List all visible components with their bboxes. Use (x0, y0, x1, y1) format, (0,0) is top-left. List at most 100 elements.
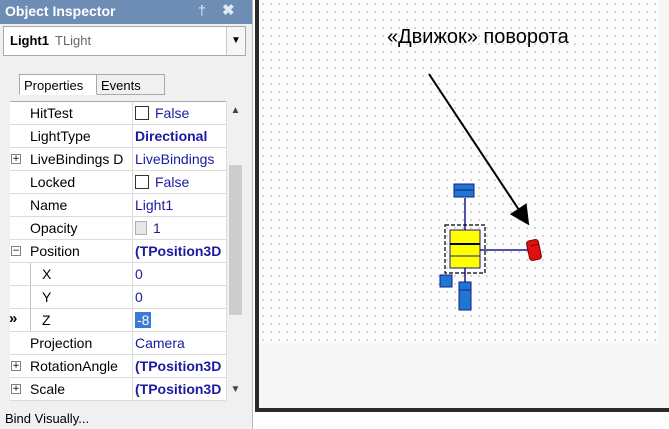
column-divider (132, 332, 133, 354)
pin-icon[interactable]: † (198, 2, 206, 18)
object-inspector-panel: Object Inspector † ✖ Light1 TLight ▼ Pro… (0, 0, 253, 429)
property-value-text: 0 (135, 289, 143, 305)
property-name: HitTest (30, 105, 73, 121)
close-icon[interactable]: ✖ (222, 1, 235, 19)
property-row[interactable]: + LiveBindings D LiveBindings (10, 148, 226, 171)
property-value-text: False (155, 174, 190, 190)
property-value[interactable]: 0 (135, 289, 225, 305)
property-name: Scale (30, 381, 66, 397)
light-body[interactable] (449, 229, 481, 269)
property-row[interactable]: Projection Camera (10, 332, 226, 355)
property-name: Locked (30, 174, 76, 190)
checkbox-icon[interactable] (135, 106, 149, 120)
property-value[interactable]: False (135, 105, 225, 121)
property-name: LightType (30, 128, 91, 144)
column-divider (132, 240, 133, 262)
rotation-handle-annotation: «Движок» поворота (387, 26, 569, 48)
spin-icon[interactable] (135, 221, 147, 235)
property-value-text: Camera (135, 335, 185, 351)
column-divider (132, 148, 133, 170)
left-handle[interactable] (439, 274, 453, 288)
annotation-arrow (428, 73, 530, 226)
property-value-text: LiveBindings (135, 151, 215, 167)
value-edit-field[interactable]: -8 (135, 312, 152, 328)
scroll-down-icon[interactable]: ▼ (227, 384, 244, 395)
collapse-icon[interactable]: − (11, 246, 21, 256)
property-value-text: (TPosition3D (135, 381, 222, 397)
tree-indent-line (30, 263, 31, 285)
property-name: Opacity (30, 220, 78, 236)
property-name: LiveBindings D (30, 151, 124, 167)
column-divider (132, 378, 133, 400)
object-selector[interactable]: Light1 TLight ▼ (3, 26, 246, 56)
property-grid-scrollbar[interactable]: ▲ ▼ (226, 101, 244, 399)
property-row[interactable]: Name Light1 (10, 194, 226, 217)
scrollbar-thumb[interactable] (229, 165, 242, 315)
property-value[interactable]: (TPosition3D (135, 358, 225, 374)
column-divider (132, 102, 133, 124)
inspector-title: Object Inspector (5, 3, 116, 19)
property-value[interactable]: 0 (135, 266, 225, 282)
property-row[interactable]: » Z -8 (9, 309, 226, 332)
property-value-text: Directional (135, 128, 208, 144)
bottom-handle[interactable] (458, 281, 472, 311)
tree-indent-line (30, 309, 31, 331)
column-divider (132, 194, 133, 216)
column-divider (132, 125, 133, 147)
chevron-down-icon[interactable]: ▼ (226, 27, 245, 55)
property-name: Name (30, 197, 68, 213)
column-divider (132, 171, 133, 193)
property-grid: HitTest False LightType Directional + LiveBin… (9, 101, 226, 401)
property-name: Position (30, 243, 80, 259)
property-value[interactable]: Camera (135, 335, 225, 351)
property-value-text: (TPosition3D (135, 243, 222, 259)
expand-icon[interactable]: + (11, 154, 21, 164)
object-class: TLight (55, 33, 92, 48)
property-row[interactable]: LightType Directional (10, 125, 226, 148)
rotation-handle[interactable] (526, 239, 542, 261)
property-name: X (42, 266, 52, 282)
property-value[interactable]: -8 (135, 312, 225, 328)
inspector-title-bar: Object Inspector † ✖ (0, 0, 252, 24)
property-value[interactable]: (TPosition3D (135, 381, 225, 397)
property-row[interactable]: Opacity 1 (10, 217, 226, 240)
property-name: Z (42, 312, 51, 328)
property-row[interactable]: X0 (10, 263, 226, 286)
scroll-up-icon[interactable]: ▲ (227, 105, 244, 116)
property-value[interactable]: 1 (135, 220, 225, 236)
property-value-text: (TPosition3D (135, 358, 222, 374)
tab-events[interactable]: Events (97, 74, 165, 95)
column-divider (132, 355, 133, 377)
property-row[interactable]: + Scale (TPosition3D (10, 378, 226, 401)
property-row[interactable]: Y0 (10, 286, 226, 309)
property-value-text: 0 (135, 266, 143, 282)
property-name: Y (42, 289, 52, 305)
tree-indent-line (30, 286, 31, 308)
tab-properties[interactable]: Properties (19, 74, 97, 95)
light-gizmo-drawing (428, 73, 542, 311)
property-value[interactable]: Light1 (135, 197, 225, 213)
property-name: Projection (30, 335, 93, 351)
expand-icon[interactable]: + (11, 361, 21, 371)
bind-visually-link[interactable]: Bind Visually... (5, 411, 89, 426)
property-row[interactable]: − Position (TPosition3D (10, 240, 226, 263)
current-row-marker-icon: » (9, 310, 18, 327)
property-value-text: Light1 (135, 197, 174, 213)
column-divider (132, 286, 133, 308)
property-row[interactable]: HitTest False (10, 102, 226, 125)
property-value[interactable]: (TPosition3D (135, 243, 225, 259)
property-row[interactable]: Locked False (10, 171, 226, 194)
column-divider (132, 309, 133, 331)
property-value[interactable]: False (135, 174, 225, 190)
property-row[interactable]: + RotationAngle (TPosition3D (10, 355, 226, 378)
property-value[interactable]: LiveBindings (135, 151, 225, 167)
property-value-text: 1 (153, 220, 161, 236)
column-divider (132, 217, 133, 239)
object-name: Light1 (10, 33, 49, 48)
property-value[interactable]: Directional (135, 128, 225, 144)
expand-icon[interactable]: + (11, 384, 21, 394)
column-divider (132, 263, 133, 285)
checkbox-icon[interactable] (135, 175, 149, 189)
property-name: RotationAngle (30, 358, 118, 374)
property-value-text: False (155, 105, 190, 121)
